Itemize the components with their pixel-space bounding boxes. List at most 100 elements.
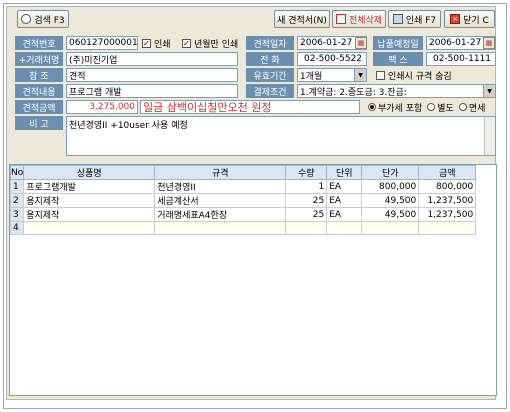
cell-qty[interactable]: 25	[285, 193, 328, 208]
delete-icon	[335, 14, 346, 24]
cell-price[interactable]: 49,500	[361, 193, 420, 208]
cell-spec[interactable]	[154, 221, 287, 235]
cell-unit[interactable]	[326, 221, 363, 235]
cell-name[interactable]: 용지제작	[23, 193, 156, 208]
print-check-label: 인쇄	[154, 39, 171, 50]
cell-amount[interactable]: 1,237,500	[418, 207, 477, 222]
table-row[interactable]: 4	[9, 221, 477, 235]
quote-no-field[interactable]: 060127000001	[66, 36, 138, 50]
validity-value: 1개월	[300, 71, 323, 82]
print-button-label: 인쇄 F7	[405, 15, 437, 26]
vat-separate-label: 별도	[437, 103, 454, 114]
col-header-price[interactable]: 단가	[361, 165, 420, 180]
vat-included-label: 부가세 포함	[378, 103, 423, 114]
cell-qty[interactable]	[285, 221, 328, 235]
delivery-date-label: 납품예정일	[373, 36, 423, 50]
new-quote-button[interactable]: 새 견적서(N)	[274, 10, 330, 28]
phone-field[interactable]: 02-500-5522	[297, 52, 367, 66]
remarks-textarea[interactable]: 천년경영II +10user 사용 예정	[66, 116, 496, 156]
hide-spec-checkbox[interactable]: 인쇄시 규격 숨김	[376, 68, 452, 82]
delivery-date-calendar-icon[interactable]: ▦	[483, 37, 495, 49]
col-header-amount[interactable]: 금액	[418, 165, 477, 180]
cell-unit[interactable]: EA	[326, 207, 363, 222]
validity-label: 유효기간	[246, 68, 294, 82]
table-row[interactable]: 1 프로그램개발 천년경영II 1 EA 800,000 800,000	[9, 179, 477, 194]
printer-icon	[392, 14, 403, 24]
year-month-print-checkbox[interactable]: ✓ 년월만 인쇄	[182, 36, 238, 50]
search-button[interactable]: 검색 F3	[17, 10, 69, 28]
cell-name[interactable]: 용지제작	[23, 207, 156, 222]
quote-no-label: 견적번호	[15, 36, 63, 50]
cell-no: 3	[9, 207, 25, 222]
cell-amount[interactable]: 800,000	[418, 179, 477, 194]
close-icon: ×	[450, 14, 461, 24]
cell-no: 1	[9, 179, 25, 194]
new-quote-label: 새 견적서(N)	[277, 15, 327, 26]
fax-field[interactable]: 02-500-1111	[426, 52, 496, 66]
col-header-name[interactable]: 상품명	[23, 165, 156, 180]
close-button-label: 닫기 C	[463, 15, 489, 26]
table-row[interactable]: 3 용지제작 거래명세표A4한장 25 EA 49,500 1,237,500	[9, 207, 477, 222]
print-button[interactable]: 인쇄 F7	[388, 10, 441, 28]
quote-date-calendar-icon[interactable]: ▦	[355, 37, 367, 49]
phone-label: 전 화	[246, 52, 294, 66]
items-table: No 상품명 규격 수량 단위 단가 금액 1 프로그램개발 천년경영II 1 …	[9, 165, 477, 235]
print-check-box: ✓	[142, 38, 151, 48]
remarks-scrollbar[interactable]	[484, 117, 495, 155]
cell-amount[interactable]: 1,237,500	[418, 193, 477, 208]
reference-field[interactable]: 견적	[66, 68, 238, 82]
chevron-down-icon: ▼	[483, 85, 495, 97]
cell-no: 2	[9, 193, 25, 208]
payment-value: 1.계약금: 2.중도금: 3.잔금:	[300, 87, 407, 98]
content-label: 견적내용	[15, 84, 63, 98]
cell-amount[interactable]	[418, 221, 477, 235]
year-month-print-label: 년월만 인쇄	[194, 39, 239, 50]
table-header-row: No 상품명 규격 수량 단위 단가 금액	[9, 165, 477, 180]
col-header-unit[interactable]: 단위	[326, 165, 363, 180]
cell-no: 4	[9, 221, 25, 235]
payment-select[interactable]: 1.계약금: 2.중도금: 3.잔금: ▼	[297, 84, 496, 98]
cell-price[interactable]	[361, 221, 420, 235]
delete-all-button[interactable]: 전체삭제	[332, 10, 386, 28]
delete-all-label: 전체삭제	[348, 15, 383, 26]
hide-spec-check-box	[376, 70, 385, 80]
cell-qty[interactable]: 1	[285, 179, 328, 194]
cell-qty[interactable]: 25	[285, 207, 328, 222]
client-label[interactable]: +거래처명	[15, 52, 63, 66]
hide-spec-label: 인쇄시 규격 숨김	[388, 71, 452, 82]
cell-unit[interactable]: EA	[326, 193, 363, 208]
items-grid: No 상품명 규격 수량 단위 단가 금액 1 프로그램개발 천년경영II 1 …	[9, 164, 497, 396]
col-header-qty[interactable]: 수량	[285, 165, 328, 180]
cell-price[interactable]: 800,000	[361, 179, 420, 194]
client-field[interactable]: (주)미진기업	[66, 52, 238, 66]
search-icon	[21, 14, 32, 24]
vat-separate-radio[interactable]	[427, 103, 436, 111]
validity-select[interactable]: 1개월 ▼	[297, 68, 367, 82]
remarks-label: 비 고	[15, 116, 63, 130]
cell-name[interactable]: 프로그램개발	[23, 179, 156, 194]
table-row[interactable]: 2 용지제작 세금계산서 25 EA 49,500 1,237,500	[9, 193, 477, 208]
fax-label: 팩 스	[373, 52, 423, 66]
vat-exempt-radio[interactable]	[458, 103, 467, 111]
close-button[interactable]: × 닫기 C	[444, 10, 495, 28]
amount-field[interactable]: 3,275,000	[66, 100, 138, 114]
amount-korean-text: 일금 삼백이십칠만오천 원정	[140, 100, 360, 114]
cell-name[interactable]	[23, 221, 156, 235]
vat-options: 부가세 포함 별도 면세	[363, 100, 485, 114]
search-button-label: 검색 F3	[34, 15, 65, 26]
cell-spec[interactable]: 천년경영II	[154, 179, 287, 194]
chevron-down-icon: ▼	[354, 69, 366, 81]
cell-unit[interactable]: EA	[326, 179, 363, 194]
col-header-spec[interactable]: 규격	[154, 165, 287, 180]
vat-included-radio[interactable]	[368, 103, 376, 111]
cell-price[interactable]: 49,500	[361, 207, 420, 222]
cell-spec[interactable]: 세금계산서	[154, 193, 287, 208]
amount-label: 견적금액	[15, 100, 63, 114]
reference-label: 참 조	[15, 68, 63, 82]
vat-exempt-label: 면세	[468, 103, 486, 114]
quote-date-label: 견적일자	[246, 36, 294, 50]
content-field[interactable]: 프로그램 개발	[66, 84, 238, 98]
cell-spec[interactable]: 거래명세표A4한장	[154, 207, 287, 222]
col-header-no[interactable]: No	[9, 165, 25, 180]
print-checkbox[interactable]: ✓ 인쇄	[142, 36, 171, 50]
